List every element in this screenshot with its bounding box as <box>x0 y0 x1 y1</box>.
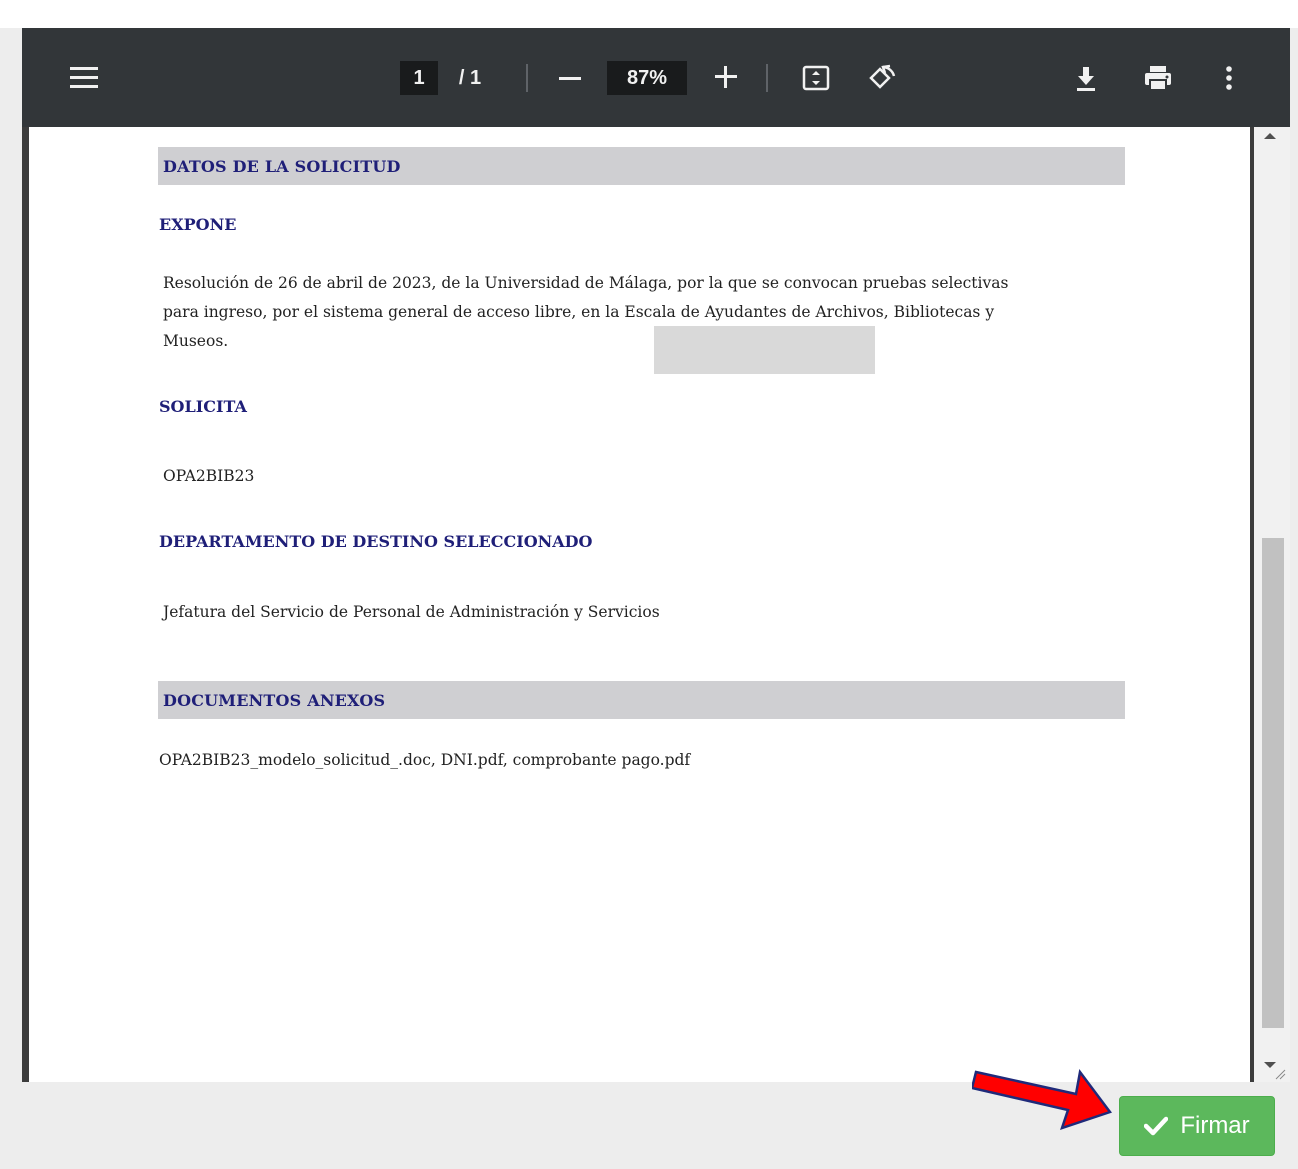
section-documentos-anexos: DOCUMENTOS ANEXOS <box>158 681 1125 719</box>
menu-button[interactable] <box>66 62 102 94</box>
toolbar-divider <box>526 64 528 92</box>
more-options-button[interactable] <box>1214 60 1244 96</box>
download-icon <box>1077 67 1095 91</box>
menu-icon <box>70 67 98 89</box>
rotate-icon <box>869 64 896 89</box>
page-total: / 1 <box>458 66 482 89</box>
pdf-page: DATOS DE LA SOLICITUD EXPONE Resolución … <box>29 127 1250 1082</box>
departamento-value: Jefatura del Servicio de Personal de Adm… <box>163 603 660 621</box>
solicita-value: OPA2BIB23 <box>163 467 255 485</box>
fit-page-button[interactable] <box>798 60 834 96</box>
pdf-toolbar: 1 / 1 87% <box>22 28 1290 127</box>
more-vert-icon <box>1226 66 1232 90</box>
firmar-label: Firmar <box>1180 1112 1250 1139</box>
page-number-input[interactable]: 1 <box>400 61 438 95</box>
vertical-scrollbar[interactable] <box>1254 127 1290 1082</box>
solicita-heading: SOLICITA <box>159 397 247 416</box>
expone-heading: EXPONE <box>159 215 237 234</box>
zoom-out-icon <box>559 76 581 80</box>
check-icon <box>1144 1116 1169 1136</box>
expone-text-line-1: Resolución de 26 de abril de 2023, de la… <box>163 274 1009 292</box>
departamento-heading: DEPARTAMENTO DE DESTINO SELECCIONADO <box>159 532 593 551</box>
document-area: DATOS DE LA SOLICITUD EXPONE Resolución … <box>22 127 1252 1082</box>
zoom-out-button[interactable] <box>552 61 588 95</box>
scroll-up-arrow-icon[interactable] <box>1264 133 1276 139</box>
expone-text-line-2: para ingreso, por el sistema general de … <box>163 303 995 321</box>
section-datos-solicitud: DATOS DE LA SOLICITUD <box>158 147 1125 185</box>
pdf-viewer: 1 / 1 87% DATOS DE LA SOLICITUD EXPONE R… <box>22 28 1290 1082</box>
red-arrow-icon <box>972 1068 1112 1130</box>
rotate-button[interactable] <box>864 60 900 96</box>
firmar-button[interactable]: Firmar <box>1119 1096 1275 1156</box>
zoom-in-icon <box>715 66 737 88</box>
expone-text-line-3: Museos. <box>163 332 229 350</box>
print-button[interactable] <box>1138 60 1178 96</box>
anexos-value: OPA2BIB23_modelo_solicitud_.doc, DNI.pdf… <box>159 751 691 769</box>
redacted-area <box>654 326 875 374</box>
download-button[interactable] <box>1068 60 1104 96</box>
resize-grip-icon[interactable] <box>1274 1068 1286 1080</box>
fit-page-icon <box>802 65 830 91</box>
scrollbar-thumb[interactable] <box>1262 538 1284 1028</box>
zoom-level-input[interactable]: 87% <box>607 61 687 95</box>
toolbar-divider <box>766 64 768 92</box>
print-icon <box>1145 66 1171 91</box>
top-strip <box>0 0 1298 28</box>
zoom-in-button[interactable] <box>708 59 744 95</box>
